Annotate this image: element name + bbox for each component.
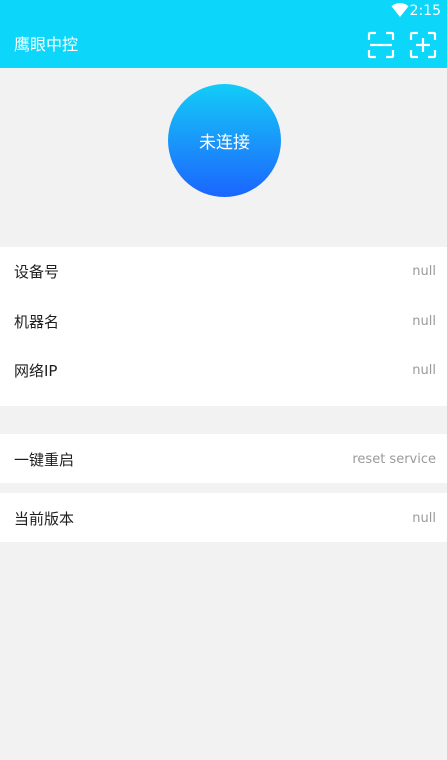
status-time: 2:15 — [409, 3, 441, 19]
add-button[interactable] — [409, 31, 437, 59]
scan-button[interactable] — [367, 31, 395, 59]
device-id-label: 设备号 — [14, 263, 60, 281]
network-ip-row: 网络IP null — [0, 350, 447, 390]
version-label: 当前版本 — [14, 510, 75, 528]
connection-status-label: 未连接 — [199, 133, 250, 153]
add-icon — [409, 31, 437, 59]
version-row-content: 当前版本 null — [0, 498, 447, 538]
version-row: 当前版本 null — [0, 493, 447, 542]
restart-row-content: 一键重启 reset service — [0, 439, 447, 479]
connection-status-button[interactable]: 未连接 — [168, 84, 281, 197]
restart-value: reset service — [352, 452, 436, 467]
network-ip-label: 网络IP — [14, 362, 58, 380]
machine-name-row: 机器名 null — [0, 301, 447, 341]
status-bar: 2:15 — [0, 0, 447, 22]
restart-label: 一键重启 — [14, 451, 75, 469]
app-title: 鹰眼中控 — [14, 35, 79, 54]
app-bar: 2:15 鹰眼中控 — [0, 0, 447, 68]
device-info-card: 设备号 null 机器名 null 网络IP null — [0, 247, 447, 406]
device-id-row: 设备号 null — [0, 251, 447, 291]
wifi-icon — [391, 3, 409, 17]
restart-row[interactable]: 一键重启 reset service — [0, 434, 447, 483]
machine-name-value: null — [412, 314, 436, 329]
network-ip-value: null — [412, 363, 436, 378]
device-id-value: null — [412, 264, 436, 279]
machine-name-label: 机器名 — [14, 313, 60, 331]
version-value: null — [412, 511, 436, 526]
scan-icon — [367, 31, 395, 59]
